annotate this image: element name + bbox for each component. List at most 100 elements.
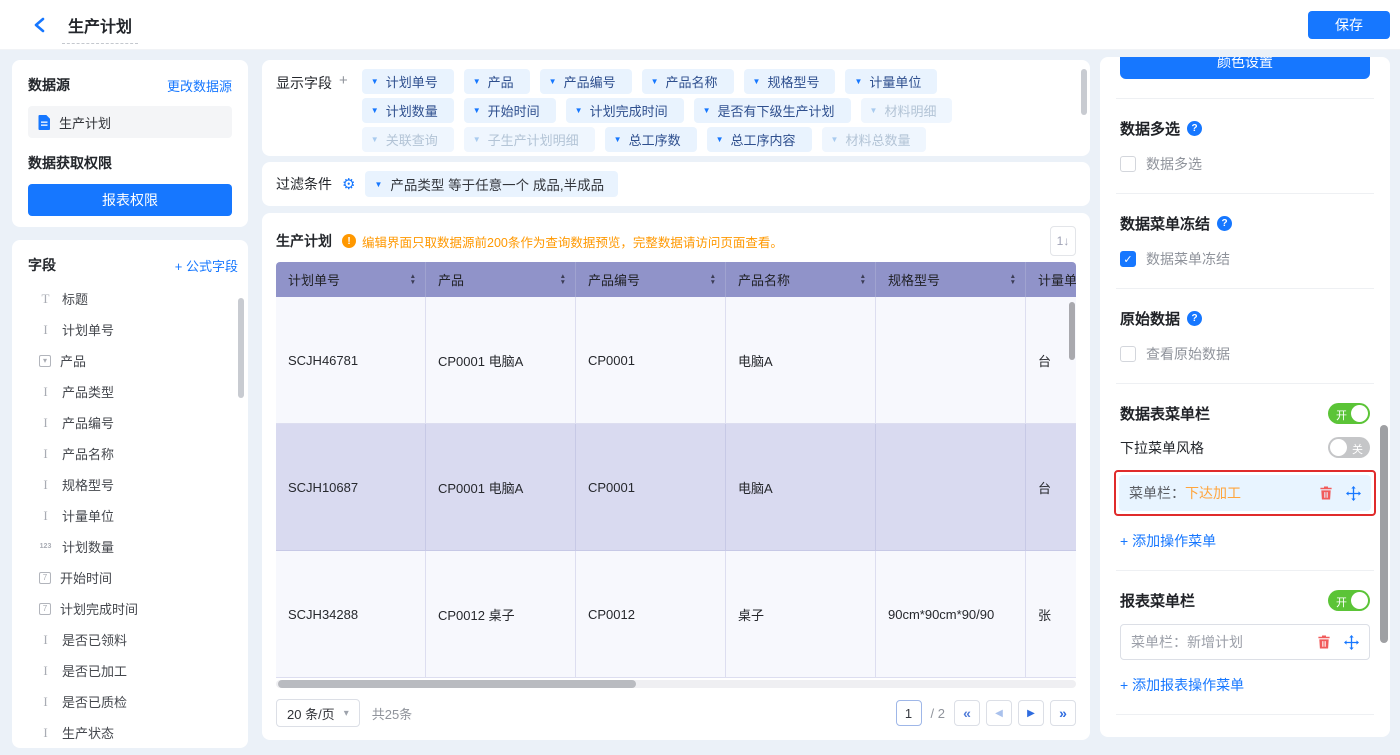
table-menu-item[interactable]: 菜单栏： 下达加工 <box>1119 475 1371 511</box>
settings-scrollbar[interactable] <box>1380 425 1388 643</box>
current-page-box[interactable]: 1 <box>896 700 922 726</box>
fields-scrollbar[interactable] <box>238 298 244 398</box>
field-item[interactable]: I是否已领料 <box>28 624 238 655</box>
chip-label: 产品编号 <box>564 72 616 91</box>
column-sort-icon[interactable]: ▲▼ <box>1010 274 1016 285</box>
display-field-chip[interactable]: ▼计划完成时间 <box>566 98 684 123</box>
field-item[interactable]: ▾产品 <box>28 345 238 376</box>
column-sort-icon[interactable]: ▲▼ <box>710 274 716 285</box>
field-item[interactable]: I是否已加工 <box>28 655 238 686</box>
field-item[interactable]: I生产状态 <box>28 717 238 748</box>
table-menu-toggle[interactable]: 开 <box>1328 403 1370 424</box>
help-icon[interactable]: ? <box>1187 121 1202 136</box>
column-header[interactable]: 产品名称▲▼ <box>726 262 876 297</box>
display-field-chip[interactable]: ▼计划单号 <box>362 69 454 94</box>
table-row[interactable]: SCJH10687CP0001 电脑ACP0001电脑A台 <box>276 424 1076 551</box>
column-header[interactable]: 产品编号▲▼ <box>576 262 726 297</box>
field-item[interactable]: 7计划完成时间 <box>28 593 238 624</box>
display-field-chip[interactable]: ▼产品名称 <box>642 69 734 94</box>
column-header[interactable]: 产品 ▲▼ <box>426 262 576 297</box>
table-horizontal-scrollbar[interactable] <box>278 680 636 688</box>
column-header[interactable]: 计量单位▲▼ <box>1026 262 1076 297</box>
move-menu-button[interactable] <box>1346 486 1361 501</box>
display-field-chip[interactable]: ▼材料总数量 <box>822 127 927 152</box>
menu-freeze-heading: 数据菜单冻结 <box>1120 213 1210 234</box>
display-field-rows: ▼计划单号 ▼产品 ▼产品编号 ▼产品名称 ▼规格型号 ▼计量单位 ▼计划数量 ▼开始时间 ▼计… <box>362 69 953 156</box>
field-item[interactable]: T标题 <box>28 283 238 314</box>
save-button[interactable]: 保存 <box>1308 11 1390 39</box>
table-row[interactable]: SCJH34288CP0012 桌子CP0012桌子90cm*90cm*90/9… <box>276 551 1076 678</box>
add-table-menu-link[interactable]: + 添加操作菜单 <box>1120 531 1216 551</box>
column-header[interactable]: 计划单号▲▼ <box>276 262 426 297</box>
display-field-chip[interactable]: ▼总工序数 <box>605 127 697 152</box>
move-menu-button[interactable] <box>1344 635 1359 650</box>
field-item[interactable]: I计量单位 <box>28 500 238 531</box>
display-field-chip[interactable]: ▼开始时间 <box>464 98 556 123</box>
menu-item-value[interactable]: 新增计划 <box>1187 632 1243 652</box>
table-vertical-scrollbar[interactable] <box>1069 302 1075 360</box>
column-header[interactable]: 规格型号▲▼ <box>876 262 1026 297</box>
back-button[interactable] <box>28 14 50 36</box>
report-menu-toggle[interactable]: 开 <box>1328 590 1370 611</box>
help-icon[interactable]: ? <box>1217 216 1232 231</box>
display-fields-scrollbar[interactable] <box>1081 69 1087 115</box>
add-display-field-button[interactable]: + <box>339 72 348 89</box>
next-page-button[interactable]: ▶ <box>1018 700 1044 726</box>
raw-data-checkbox[interactable] <box>1120 346 1136 362</box>
delete-menu-button[interactable] <box>1319 486 1333 500</box>
field-item[interactable]: I产品类型 <box>28 376 238 407</box>
highlighted-menu-item-outline: 菜单栏： 下达加工 <box>1114 470 1376 516</box>
display-field-chip[interactable]: ▼产品 <box>464 69 530 94</box>
dropdown-style-toggle[interactable]: 关 <box>1328 437 1370 458</box>
filter-condition-chip[interactable]: ▼ 产品类型 等于任意一个 成品,半成品 <box>365 171 618 197</box>
move-icon <box>1344 635 1359 650</box>
menu-item-value[interactable]: 下达加工 <box>1185 483 1241 503</box>
report-permission-button[interactable]: 报表权限 <box>28 184 232 216</box>
field-item[interactable]: I是否已质检 <box>28 686 238 717</box>
display-field-chip[interactable]: ▼材料明细 <box>861 98 953 123</box>
field-item[interactable]: 123计划数量 <box>28 531 238 562</box>
chip-label: 产品名称 <box>666 72 718 91</box>
column-sort-icon[interactable]: ▲▼ <box>560 274 566 285</box>
row-sort-button[interactable]: 1↓ <box>1050 226 1076 256</box>
field-item[interactable]: I规格型号 <box>28 469 238 500</box>
multi-select-checkbox-row[interactable]: 数据多选 <box>1120 154 1370 174</box>
multi-select-checkbox[interactable] <box>1120 156 1136 172</box>
menu-item-prefix: 菜单栏： <box>1129 483 1185 503</box>
datasource-item[interactable]: 生产计划 <box>28 106 232 138</box>
field-item[interactable]: I产品名称 <box>28 438 238 469</box>
last-page-button[interactable]: » <box>1050 700 1076 726</box>
chip-row: ▼关联查询 ▼子生产计划明细 ▼总工序数 ▼总工序内容 ▼材料总数量 <box>362 127 953 152</box>
display-field-chip[interactable]: ▼是否有下级生产计划 <box>694 98 851 123</box>
delete-menu-button[interactable] <box>1317 635 1331 649</box>
color-settings-button[interactable]: 颜色设置 <box>1120 57 1370 79</box>
display-field-chip[interactable]: ▼规格型号 <box>744 69 836 94</box>
field-item[interactable]: 7开始时间 <box>28 562 238 593</box>
display-field-chip[interactable]: ▼子生产计划明细 <box>464 127 595 152</box>
change-datasource-link[interactable]: 更改数据源 <box>167 76 232 95</box>
menu-freeze-checkbox[interactable]: ✓ <box>1120 251 1136 267</box>
help-icon[interactable]: ? <box>1187 311 1202 326</box>
display-field-chip[interactable]: ▼产品编号 <box>540 69 632 94</box>
column-header-label: 产品 <box>438 270 464 289</box>
report-menu-item[interactable]: 菜单栏： 新增计划 <box>1120 624 1370 660</box>
display-field-chip[interactable]: ▼计划数量 <box>362 98 454 123</box>
filter-settings-gear-icon[interactable]: ⚙ <box>342 177 355 192</box>
column-sort-icon[interactable]: ▲▼ <box>860 274 866 285</box>
field-item[interactable]: I计划单号 <box>28 314 238 345</box>
raw-data-checkbox-row[interactable]: 查看原始数据 <box>1120 344 1370 364</box>
table-row[interactable]: SCJH46781CP0001 电脑ACP0001电脑A台 <box>276 297 1076 424</box>
display-field-chip[interactable]: ▼关联查询 <box>362 127 454 152</box>
menu-freeze-checkbox-row[interactable]: ✓ 数据菜单冻结 <box>1120 249 1370 269</box>
field-item[interactable]: I产品编号 <box>28 407 238 438</box>
add-formula-field-link[interactable]: + 公式字段 <box>175 256 238 275</box>
display-field-chip[interactable]: ▼总工序内容 <box>707 127 812 152</box>
add-report-menu-link[interactable]: + 添加报表操作菜单 <box>1120 675 1244 695</box>
filter-panel: 过滤条件 ⚙ ▼ 产品类型 等于任意一个 成品,半成品 <box>262 162 1090 206</box>
prev-page-button[interactable]: ◀ <box>986 700 1012 726</box>
column-sort-icon[interactable]: ▲▼ <box>410 274 416 285</box>
first-page-button[interactable]: « <box>954 700 980 726</box>
page-size-select[interactable]: 20 条/页 ▾ <box>276 699 360 727</box>
field-type-text-icon: I <box>38 725 53 741</box>
display-field-chip[interactable]: ▼计量单位 <box>845 69 937 94</box>
